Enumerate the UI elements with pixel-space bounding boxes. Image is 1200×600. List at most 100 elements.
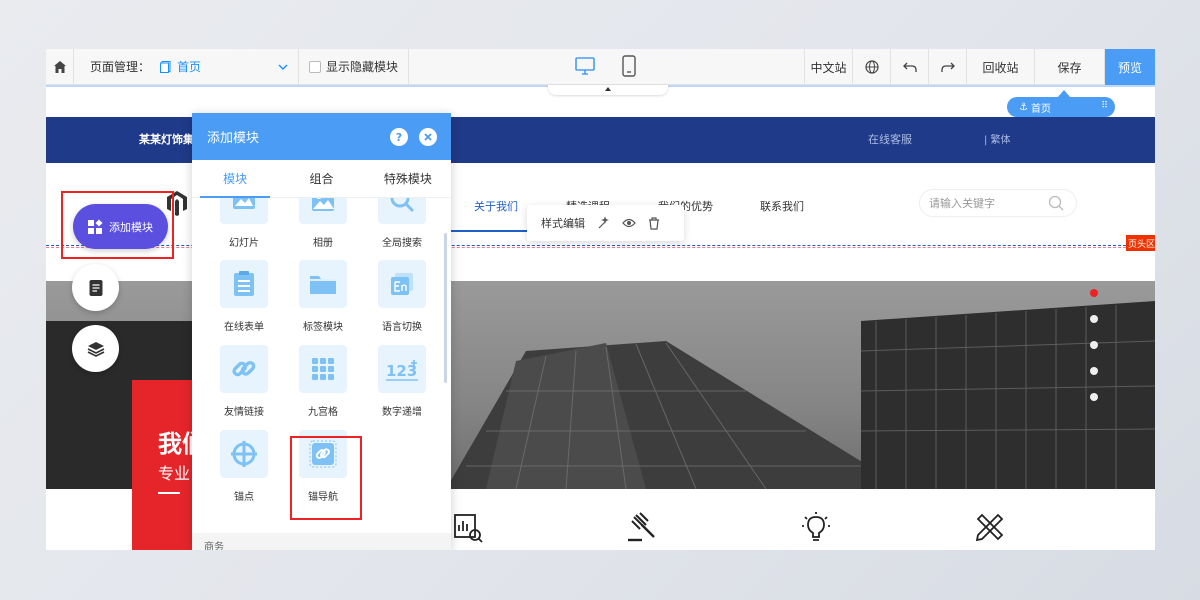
slide-dot[interactable]: [1090, 341, 1098, 349]
module-slideshow[interactable]: 幻灯片: [214, 198, 274, 249]
slide-dot[interactable]: [1090, 289, 1098, 297]
report-icon: [454, 514, 483, 543]
slide-dot[interactable]: [1090, 367, 1098, 375]
panel-footer-section[interactable]: 商务: [192, 533, 451, 550]
eye-icon[interactable]: [622, 217, 636, 229]
trash-icon[interactable]: [648, 216, 660, 230]
module-label: 九宫格: [308, 407, 338, 418]
add-module-highlight: [61, 191, 174, 259]
globe-icon: [864, 60, 879, 74]
album-icon: [299, 198, 347, 224]
toolbar-divider: [298, 49, 300, 85]
toolbar-collapse-handle[interactable]: [548, 85, 668, 95]
panel-header: 添加模块 ?: [192, 113, 451, 160]
module-language-switch[interactable]: 语言切换: [372, 260, 432, 333]
document-icon: [89, 279, 102, 296]
magic-wand-icon[interactable]: [597, 216, 610, 230]
gavel-icon: [628, 512, 655, 542]
close-icon: [424, 133, 432, 141]
traditional-chinese-link[interactable]: | 繁体: [984, 131, 1011, 146]
anchor-home-pill[interactable]: ⚓ 首页 ⠿: [1007, 90, 1115, 117]
tab-combos[interactable]: 组合: [278, 160, 364, 197]
recycle-bin-label: 回收站: [982, 60, 1019, 75]
nav-item-about[interactable]: 关于我们: [474, 198, 518, 214]
redo-icon: [940, 62, 955, 72]
save-button[interactable]: 保存: [1034, 49, 1104, 85]
lang-site-button[interactable]: 中文站: [804, 49, 852, 85]
anchor-pill-label: 首页: [1030, 103, 1051, 115]
save-label: 保存: [1057, 60, 1082, 75]
tab-special-modules[interactable]: 特殊模块: [365, 160, 451, 197]
lang-site-label: 中文站: [810, 60, 847, 75]
anchor-nav-highlight: [290, 436, 362, 520]
site-brand: 某某灯饰集: [139, 133, 194, 146]
layers-icon: [87, 341, 104, 357]
mobile-view-icon[interactable]: [621, 55, 637, 77]
help-button[interactable]: ?: [390, 128, 408, 146]
lightbulb-icon: [802, 512, 830, 541]
grid-icon: [299, 345, 347, 393]
panel-scrollbar[interactable]: [444, 233, 447, 383]
search-icon[interactable]: [1048, 195, 1064, 211]
panel-tabs: 模块 组合 特殊模块: [192, 160, 451, 198]
toolbar-right-group: 中文站 回收站 保存 预览: [804, 49, 1155, 85]
collapse-arrow-icon: [605, 87, 611, 91]
page-settings-button[interactable]: [72, 264, 119, 311]
module-label: 语言切换: [382, 322, 422, 333]
module-album[interactable]: 相册: [293, 198, 353, 249]
module-anchor[interactable]: 锚点: [214, 430, 274, 503]
pencil-ruler-icon: [975, 513, 1004, 542]
module-friend-links[interactable]: 友情链接: [214, 345, 274, 418]
site-search-input[interactable]: 请输入关键字: [919, 189, 1077, 217]
home-button[interactable]: [46, 49, 74, 85]
page-manage-label: 页面管理：: [90, 60, 151, 74]
slide-dot[interactable]: [1090, 315, 1098, 323]
home-icon: [53, 60, 66, 73]
anchor-icon: ⚓: [1019, 101, 1028, 113]
show-hidden-label: 显示隐藏模块: [326, 60, 399, 74]
toolbar-divider: [408, 49, 410, 85]
show-hidden-checkbox[interactable]: 显示隐藏模块: [309, 58, 398, 75]
module-label: 在线表单: [224, 322, 264, 333]
search-icon: [378, 198, 426, 224]
drag-handle-icon[interactable]: ⠿: [1101, 101, 1108, 111]
module-label: 标签模块: [303, 322, 343, 333]
module-tabs[interactable]: 标签模块: [293, 260, 353, 333]
module-label: 幻灯片: [229, 238, 259, 249]
editor-toolbar: 页面管理： 首页 显示隐藏模块 中文站 回收站 保存 预览: [46, 49, 1155, 85]
layers-button[interactable]: [72, 325, 119, 372]
tab-modules[interactable]: 模块: [192, 160, 278, 197]
preview-button[interactable]: 预览: [1104, 49, 1155, 85]
undo-button[interactable]: [890, 49, 928, 85]
module-online-form[interactable]: 在线表单: [214, 260, 274, 333]
module-nine-grid[interactable]: 九宫格: [293, 345, 353, 418]
header-region-tag[interactable]: 页头区: [1126, 235, 1155, 251]
checkbox-box[interactable]: [309, 60, 322, 73]
editor-frame: 页面管理： 首页 显示隐藏模块 中文站 回收站 保存 预览 某某灯饰集 在线客服…: [46, 49, 1155, 550]
slide-dot[interactable]: [1090, 393, 1098, 401]
undo-icon: [902, 62, 917, 72]
online-service-link[interactable]: 在线客服: [868, 131, 912, 147]
current-page-name: 首页: [177, 60, 202, 74]
module-label: 相册: [313, 238, 333, 249]
module-global-search[interactable]: 全局搜索: [372, 198, 432, 249]
banner-dash: [158, 492, 180, 494]
chevron-down-icon: [278, 64, 288, 70]
nav-item-contact[interactable]: 联系我们: [760, 198, 804, 214]
page-select[interactable]: 首页: [160, 58, 288, 75]
module-number-increment[interactable]: 123 数字递增: [372, 345, 432, 418]
redo-button[interactable]: [928, 49, 966, 85]
module-label: 全局搜索: [382, 238, 422, 249]
pill-notch: [1057, 90, 1071, 98]
recycle-bin-button[interactable]: 回收站: [966, 49, 1034, 85]
slideshow-icon: [220, 198, 268, 224]
close-button[interactable]: [419, 128, 437, 146]
style-edit-button[interactable]: 样式编辑: [541, 215, 585, 231]
globe-button[interactable]: [852, 49, 890, 85]
banner-subtitle: 专业: [158, 464, 191, 483]
search-placeholder: 请输入关键字: [929, 197, 995, 210]
module-label: 锚点: [234, 492, 254, 503]
desktop-view-icon[interactable]: [575, 56, 595, 76]
nav-active-underline: [451, 230, 531, 232]
language-icon: [378, 260, 426, 308]
